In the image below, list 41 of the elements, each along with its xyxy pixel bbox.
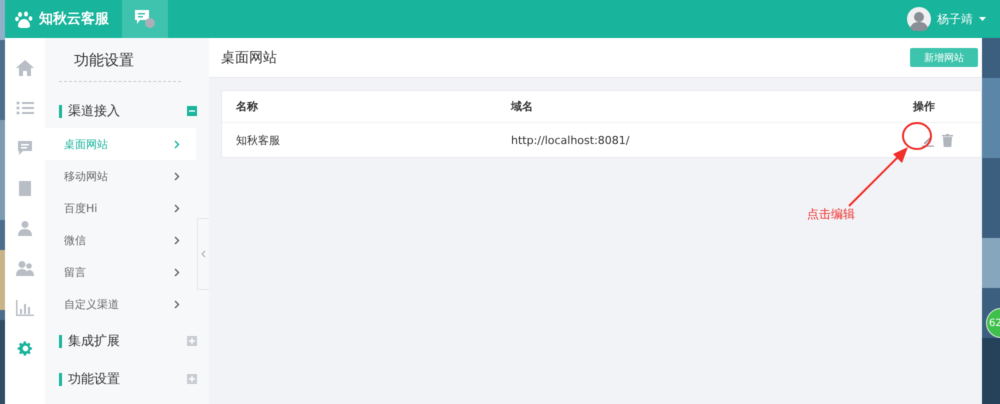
paw-logo-icon [15, 10, 33, 28]
column-header: 操作 [913, 99, 936, 114]
chevron-right-icon [174, 172, 180, 180]
list-icon [16, 101, 34, 115]
chevron-right-icon [174, 300, 180, 308]
menu-group[interactable]: 渠道接入 [45, 94, 209, 128]
menu-group[interactable]: 集成扩展 [45, 324, 209, 358]
chevron-right-icon [174, 204, 180, 212]
menu-item[interactable]: 百度Hi [45, 192, 196, 224]
people-icon [16, 260, 34, 276]
table-cell-text: http://localhost:8081/ [511, 134, 630, 146]
column-header: 域名 [511, 99, 534, 114]
person-icon [17, 220, 33, 236]
table-cell-text: 知秋客服 [236, 132, 281, 148]
settings-icon [16, 340, 34, 356]
trash-icon[interactable] [942, 134, 953, 146]
chevron-right-icon [174, 268, 180, 276]
chat-icon [17, 140, 33, 156]
chevron-right-icon [174, 140, 180, 148]
expand-icon[interactable] [187, 374, 197, 384]
chat-tab[interactable] [122, 0, 168, 38]
home-icon [15, 59, 35, 77]
expand-icon[interactable] [187, 336, 197, 346]
collapse-handle[interactable] [197, 218, 209, 290]
bar-chart-icon [16, 300, 34, 316]
menu-item[interactable]: 留言 [45, 256, 196, 288]
menu-group[interactable]: 功能设置 [45, 362, 209, 396]
collapse-icon[interactable] [187, 106, 197, 116]
annotation-text: 点击编辑 [807, 206, 855, 223]
chat-status-icon [134, 9, 156, 29]
avatar-icon[interactable] [907, 7, 931, 31]
chevron-right-icon [174, 236, 180, 244]
caret-icon[interactable] [979, 17, 986, 21]
app-title: 知秋云客服 [39, 10, 109, 28]
menu-title: 功能设置 [59, 38, 181, 82]
book-icon [18, 180, 32, 196]
menu-item[interactable]: 自定义渠道 [45, 288, 196, 320]
menu-item[interactable]: 移动网站 [45, 160, 196, 192]
column-header: 名称 [236, 99, 259, 114]
menu-item[interactable]: 微信 [45, 224, 196, 256]
page-title: 桌面网站 [221, 48, 278, 66]
